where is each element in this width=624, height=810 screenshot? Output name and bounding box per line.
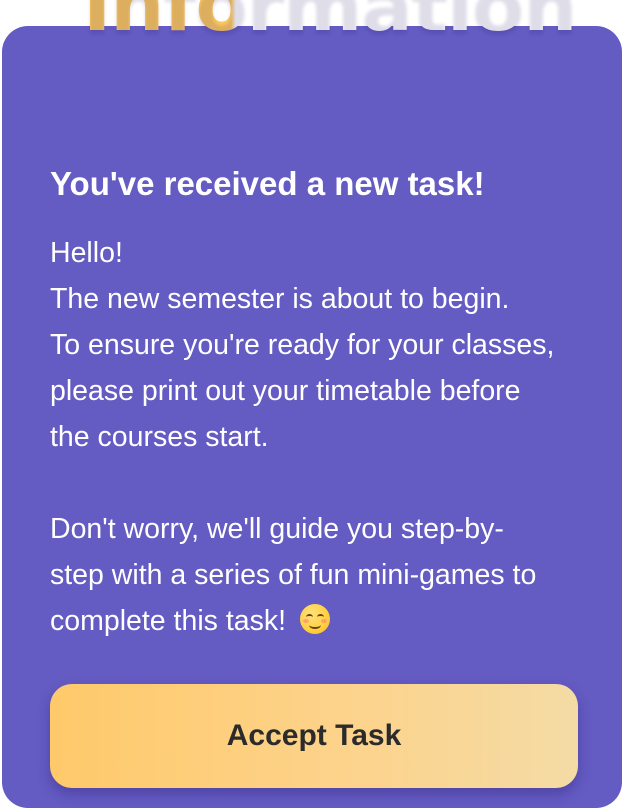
page-title: Information [83, 0, 577, 56]
task-message: Hello! The new semester is about to begi… [50, 230, 590, 644]
smiling-face-icon [300, 604, 331, 634]
task-screen: You've received a new task! Hello! The n… [0, 0, 624, 810]
task-card: You've received a new task! Hello! The n… [2, 26, 622, 808]
title-banner: Information [0, 0, 624, 58]
message-line: To ensure you're ready for your classes, [50, 329, 555, 361]
message-line-with-emoji: complete this task! [50, 598, 590, 644]
message-line: Hello! [50, 237, 123, 269]
message-line: step with a series of fun mini-games to [50, 559, 537, 591]
accept-task-button[interactable]: Accept Task [50, 684, 578, 788]
task-heading: You've received a new task! [50, 165, 485, 202]
message-line: Don't worry, we'll guide you step-by- [50, 513, 504, 545]
message-line: The new semester is about to begin. [50, 283, 510, 315]
message-line: the courses start. [50, 421, 269, 453]
message-line-text: complete this task! [50, 605, 287, 637]
message-line: please print out your timetable before [50, 375, 521, 407]
